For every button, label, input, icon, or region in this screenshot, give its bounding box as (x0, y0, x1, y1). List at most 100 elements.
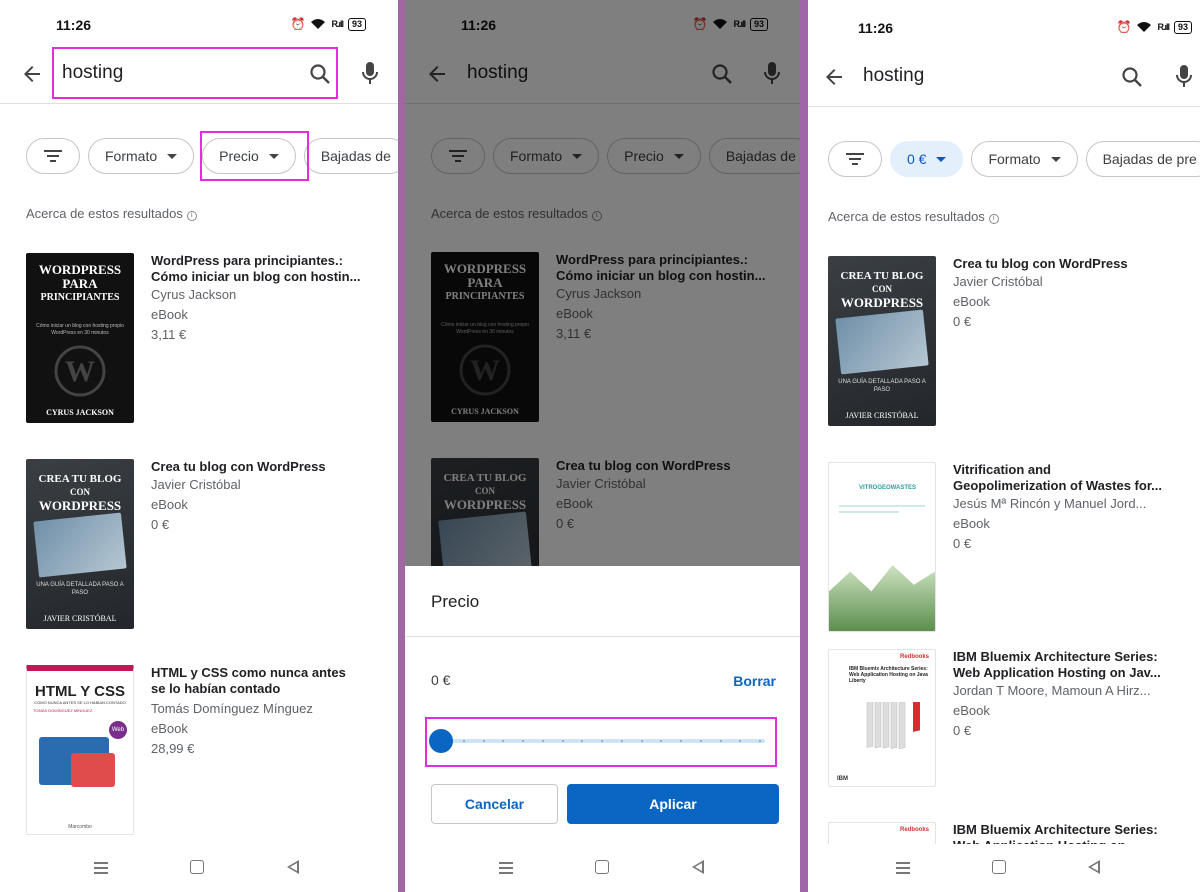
chip-formato-label: Formato (988, 151, 1041, 167)
slider-tick (561, 740, 564, 742)
cover-image (829, 565, 935, 631)
filter-chips: 0 € Formato Bajadas de pre (828, 141, 1200, 179)
list-item[interactable]: VITROGEOWASTES Vitrification and Geopoli… (828, 462, 1168, 632)
wifi-icon (1137, 22, 1152, 32)
cover-image (71, 753, 115, 787)
search-bar: hosting (808, 51, 1200, 107)
cover-line (839, 505, 925, 507)
cover-title: VITROGEOWASTES (859, 485, 917, 491)
back-arrow-icon[interactable] (822, 65, 846, 89)
signal-icon: R.ıll (331, 19, 343, 29)
book-price: 0 € (151, 517, 170, 532)
clear-button[interactable]: Borrar (733, 673, 776, 689)
divider (405, 636, 800, 637)
apply-button[interactable]: Aplicar (567, 784, 779, 824)
menu-icon[interactable] (896, 862, 910, 874)
slider-tick (699, 740, 702, 742)
status-time: 11:26 (56, 17, 92, 33)
book-title: Vitrification and Geopolimerization of W… (953, 462, 1162, 493)
cover-line: WORDPRESS (840, 295, 924, 310)
home-icon[interactable] (190, 860, 204, 874)
list-item[interactable]: Redbooks IBM Bluemix Architecture Series… (828, 649, 1168, 819)
chip-price-selected[interactable]: 0 € (890, 141, 964, 177)
back-triangle-icon[interactable] (692, 860, 704, 874)
cancel-button[interactable]: Cancelar (431, 784, 558, 824)
chip-bajadas[interactable]: Bajadas de pre (1085, 141, 1200, 177)
cover-author: CYRUS JACKSON (46, 408, 114, 417)
cover-subtitle: Cómo iniciar un blog con hosting propio … (36, 323, 124, 336)
slider-tick (640, 740, 643, 742)
book-title: IBM Bluemix Architecture Series: Web App… (953, 822, 1158, 846)
book-format: eBook (953, 703, 990, 718)
search-icon[interactable] (308, 62, 332, 86)
mic-icon[interactable] (1172, 63, 1196, 89)
screen-filtered-results: 11:26 ⏰ R.ıll 93 hosting 0 € Formato Baj… (808, 0, 1200, 892)
screen-price-sheet: 11:26 ⏰ R.ıll 93 hosting Formato Precio … (405, 0, 800, 892)
list-item[interactable]: CREA TU BLOG CON WORDPRESS UNA GUÍA DETA… (26, 459, 366, 629)
book-title: WordPress para principiantes.: Cómo inic… (151, 253, 361, 284)
list-item[interactable]: WORDPRESS PARA PRINCIPIANTES Cómo inicia… (26, 253, 366, 423)
book-price: 0 € (953, 536, 972, 551)
home-icon[interactable] (992, 860, 1006, 874)
battery-icon: 93 (347, 17, 366, 31)
book-format: eBook (953, 516, 990, 531)
book-title: Crea tu blog con WordPress (151, 459, 326, 474)
book-author: Cyrus Jackson (151, 287, 237, 302)
chip-bajadas-label: Bajadas de pre (1102, 151, 1197, 167)
chip-bajadas-label: Bajadas de (320, 148, 391, 164)
search-icon[interactable] (1120, 65, 1144, 89)
back-triangle-icon[interactable] (287, 860, 299, 874)
book-title: HTML y CSS como nunca antes se lo habían… (151, 665, 346, 696)
list-item[interactable]: Redbooks IBM Bluemix Architecture Series… (828, 822, 1168, 846)
book-price: 0 € (953, 314, 972, 329)
list-item[interactable]: CREA TU BLOG CON WORDPRESS UNA GUÍA DETA… (828, 256, 1168, 426)
home-icon[interactable] (595, 860, 609, 874)
book-price: 28,99 € (151, 741, 195, 756)
search-input[interactable]: hosting (62, 62, 123, 84)
cover-title: CREA TU BLOG CON WORDPRESS (26, 473, 134, 512)
filter-button[interactable] (828, 141, 882, 177)
about-results[interactable]: Acerca de estos resultadosi (828, 209, 999, 224)
menu-icon[interactable] (94, 862, 108, 874)
cover-image (866, 702, 920, 750)
cover-subtitle: UNA GUÍA DETALLADA PASO A PASO (36, 582, 124, 596)
price-slider[interactable] (429, 729, 765, 753)
book-price: 3,11 € (151, 327, 187, 342)
slider-tick (601, 740, 603, 742)
list-item[interactable]: HTML Y CSS COMO NUNCA ANTES SE LO HABÍAN… (26, 665, 366, 835)
mic-icon[interactable] (358, 60, 382, 86)
chip-bajadas[interactable]: Bajadas de (303, 138, 398, 174)
menu-icon[interactable] (499, 862, 513, 874)
book-cover: CREA TU BLOG CON WORDPRESS UNA GUÍA DETA… (26, 459, 134, 629)
status-bar: 11:26 ⏰ R.ıll 93 (808, 0, 1200, 44)
book-author: Javier Cristóbal (151, 477, 241, 492)
book-cover: HTML Y CSS COMO NUNCA ANTES SE LO HABÍAN… (26, 665, 134, 835)
price-value: 0 € (431, 672, 451, 688)
cover-line (839, 511, 899, 513)
cover-image (33, 512, 127, 578)
slider-thumb[interactable] (429, 729, 453, 753)
alarm-icon: ⏰ (290, 17, 306, 31)
slider-tick (462, 740, 465, 742)
status-bar: 11:26 ⏰ R.ıll 93 (0, 0, 398, 44)
book-format: eBook (151, 497, 188, 512)
back-triangle-icon[interactable] (1088, 860, 1100, 874)
back-arrow-icon[interactable] (20, 62, 44, 86)
slider-tick (482, 740, 485, 742)
system-nav-bar (0, 844, 398, 892)
cover-line: PARA (62, 276, 98, 291)
chip-precio[interactable]: Precio (202, 138, 296, 174)
book-cover: Redbooks IBM Bluemix Architecture Series… (828, 649, 936, 787)
info-icon: i (186, 211, 197, 221)
about-results[interactable]: Acerca de estos resultadosi (26, 206, 197, 221)
chip-formato[interactable]: Formato (971, 141, 1078, 177)
cover-brand: Redbooks (899, 654, 929, 660)
alarm-icon: ⏰ (1116, 20, 1132, 34)
search-input[interactable]: hosting (863, 65, 924, 87)
chip-formato[interactable]: Formato (88, 138, 195, 174)
filter-button[interactable] (26, 138, 80, 174)
cover-badge: Web (109, 721, 127, 739)
slider-tick (719, 740, 722, 742)
battery-icon: 93 (1173, 20, 1192, 34)
chip-formato-label: Formato (105, 148, 158, 164)
